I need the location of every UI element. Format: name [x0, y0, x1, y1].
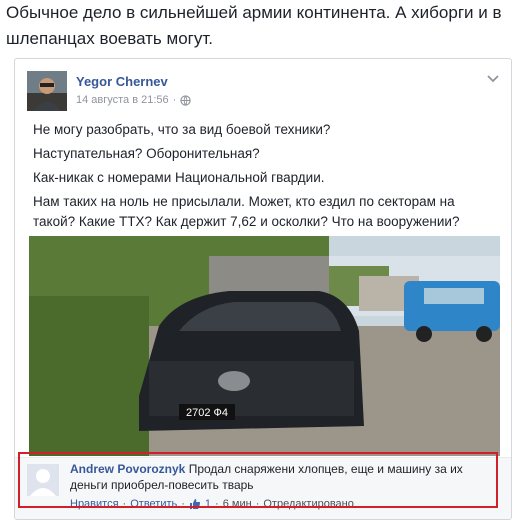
post-paragraph-4: Нам таких на ноль не присылали. Может, к…	[33, 194, 460, 229]
meta-separator: ·	[172, 94, 177, 106]
author-avatar[interactable]	[27, 71, 67, 111]
post-paragraph-1: Не могу разобрать, что за вид боевой тех…	[33, 122, 331, 137]
globe-icon	[180, 94, 192, 106]
post-author-name[interactable]: Yegor Chernev	[76, 74, 168, 89]
headline-text: Обычное дело в сильнейшей армии континен…	[6, 3, 502, 48]
post-paragraph-3: Как-никак с номерами Национальной гварди…	[33, 170, 325, 185]
chevron-down-icon[interactable]	[485, 73, 501, 85]
post-photo[interactable]: 2702 Ф4	[29, 236, 500, 456]
post-timestamp[interactable]: 14 августа в 21:56	[76, 94, 169, 106]
post-meta: 14 августа в 21:56 ·	[76, 94, 192, 106]
post-card: Yegor Chernev 14 августа в 21:56 · Не мо…	[14, 58, 512, 520]
comment-highlight-box	[18, 452, 498, 508]
license-plate: 2702 Ф4	[186, 407, 228, 419]
post-paragraph-2: Наступательная? Оборонительная?	[33, 146, 260, 161]
